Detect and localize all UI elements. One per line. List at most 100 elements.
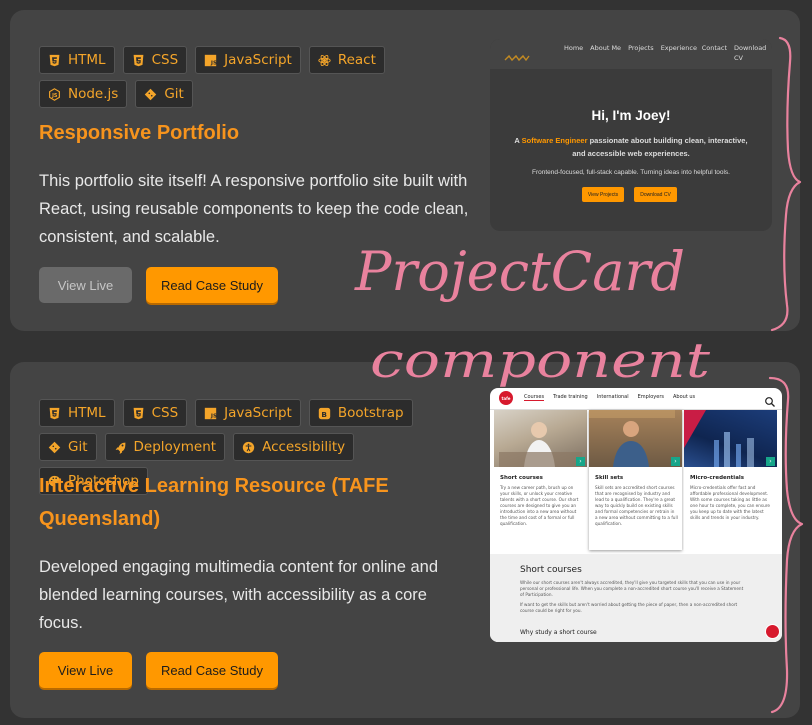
preview-logo: [504, 49, 530, 62]
preview-nav-item: Trade training: [553, 394, 588, 400]
html5-icon: [48, 54, 61, 67]
tech-tag: HTML: [39, 399, 115, 427]
preview-section: Short courses While our short courses ar…: [490, 554, 782, 642]
tag-label: Accessibility: [262, 439, 346, 455]
tag-label: React: [337, 52, 376, 68]
project-card: HTML CSS JS JavaScript B Bootstrap Git D…: [10, 362, 800, 718]
preview-hero-title: Hi, I'm Joey!: [591, 108, 671, 123]
tag-label: Node.js: [68, 86, 119, 102]
html5-icon: [48, 407, 61, 420]
preview-nav-item: Employers: [637, 394, 664, 400]
preview-nav-item: International: [596, 394, 629, 400]
project-title: Interactive Learning Resource (TAFE Quee…: [39, 475, 389, 530]
preview-hero-prefix: A: [514, 136, 522, 145]
git-icon: [144, 88, 157, 101]
project-screenshot: Home About Me Projects Experience Contac…: [490, 39, 772, 231]
preview-navbar: tafe Courses Trade training Internationa…: [490, 388, 782, 410]
tech-tag: Deployment: [104, 433, 226, 461]
tag-label: Bootstrap: [337, 405, 404, 421]
arrow-right-icon: ›: [671, 457, 680, 466]
tag-label: CSS: [151, 52, 179, 68]
preview-section-title: Short courses: [520, 565, 582, 575]
svg-text:JS: JS: [210, 60, 217, 66]
tech-tag: CSS: [122, 46, 188, 74]
tag-label: JavaScript: [224, 52, 292, 68]
preview-nav-item: Courses: [524, 394, 545, 401]
project-description: This portfolio site itself! A responsive…: [39, 172, 469, 246]
preview-course-card: › Short courses Try a new career path, b…: [494, 410, 587, 550]
preview-download-cv-button: Download CV: [634, 187, 677, 202]
read-case-study-button[interactable]: Read Case Study: [146, 267, 278, 303]
tag-label: Git: [68, 439, 88, 455]
preview-logo: tafe: [499, 391, 513, 405]
preview-nav-item: Projects: [628, 44, 654, 52]
preview-hero-rest: passionate about building clean, interac…: [572, 136, 748, 158]
tech-tags: HTML CSS JS JavaScript React JS Node.js …: [39, 46, 469, 108]
project-title: Responsive Portfolio: [39, 122, 240, 144]
tech-tag: Git: [135, 80, 193, 108]
js-icon: JS: [204, 54, 217, 67]
tech-tag: B Bootstrap: [308, 399, 413, 427]
tech-tag: React: [308, 46, 385, 74]
view-live-button[interactable]: View Live: [39, 652, 132, 688]
preview-nav-item: Experience: [660, 44, 697, 52]
preview-navbar: Home About Me Projects Experience Contac…: [490, 39, 772, 69]
preview-hero-sub: Frontend-focused, full-stack capable. Tu…: [531, 169, 730, 176]
preview-nav: Courses Trade training International Emp…: [524, 394, 695, 401]
css3-icon: [132, 407, 145, 420]
preview-card-title: Micro-credentials: [690, 475, 745, 481]
preview-course-cards: › Short courses Try a new career path, b…: [494, 410, 782, 550]
tech-tag: HTML: [39, 46, 115, 74]
preview-section-text: While our short courses aren't always ac…: [520, 580, 744, 597]
tag-label: JavaScript: [224, 405, 292, 421]
preview-photo: ›: [684, 410, 777, 467]
tech-tag: Accessibility: [233, 433, 355, 461]
preview-course-card: › Skill sets Skill sets are accredited s…: [589, 410, 682, 550]
preview-nav-item: About Me: [590, 44, 622, 52]
arrow-right-icon: ›: [576, 457, 585, 466]
search-icon: [764, 393, 776, 407]
preview-card-title: Skill sets: [595, 475, 624, 481]
preview-course-card: › Micro-credentials Micro-credentials of…: [684, 410, 777, 550]
bootstrap-icon: B: [318, 407, 331, 420]
preview-highlight: Software Engineer: [521, 136, 588, 145]
preview-nav: Home About Me Projects Experience Contac…: [564, 43, 768, 63]
tag-label: Git: [164, 86, 184, 102]
preview-nav-item: Download CV: [734, 44, 767, 62]
tag-label: HTML: [68, 52, 106, 68]
tag-label: CSS: [151, 405, 179, 421]
react-icon: [318, 54, 331, 67]
svg-text:JS: JS: [51, 92, 58, 98]
project-card: HTML CSS JS JavaScript React JS Node.js …: [10, 10, 800, 331]
preview-section-text: If want to get the skills but aren't wor…: [520, 602, 738, 613]
preview-card-text: Skill sets are accredited short courses …: [595, 485, 678, 526]
arrow-right-icon: ›: [766, 457, 775, 466]
preview-section-subtitle: Why study a short course: [520, 629, 597, 636]
nodejs-icon: JS: [48, 87, 61, 101]
preview-nav-item: Contact: [701, 44, 727, 52]
preview-card-title: Short courses: [500, 475, 543, 481]
preview-nav-item: Home: [563, 44, 584, 52]
project-description: Developed engaging multimedia content fo…: [39, 558, 439, 632]
accessibility-icon: [242, 441, 255, 454]
preview-card-text: Try a new career path, brush up on your …: [500, 485, 579, 526]
tech-tag: CSS: [122, 399, 188, 427]
js-icon: JS: [204, 407, 217, 420]
preview-photo: ›: [494, 410, 587, 467]
tech-tag: JS JavaScript: [195, 46, 301, 74]
tag-label: HTML: [68, 405, 106, 421]
read-case-study-button[interactable]: Read Case Study: [146, 652, 278, 688]
tag-label: Deployment: [133, 439, 217, 455]
rocket-icon: [114, 441, 127, 454]
tech-tag: Git: [39, 433, 97, 461]
tech-tag: JS Node.js: [39, 80, 128, 108]
svg-text:B: B: [321, 409, 327, 418]
project-screenshot: tafe Courses Trade training Internationa…: [490, 388, 782, 642]
preview-nav-item: About us: [673, 394, 696, 400]
css3-icon: [132, 54, 145, 67]
chat-bubble-icon: [766, 625, 779, 638]
svg-text:JS: JS: [210, 413, 217, 419]
preview-view-projects-button: View Projects: [582, 187, 624, 202]
view-live-button[interactable]: View Live: [39, 267, 132, 303]
preview-photo: ›: [589, 410, 682, 467]
